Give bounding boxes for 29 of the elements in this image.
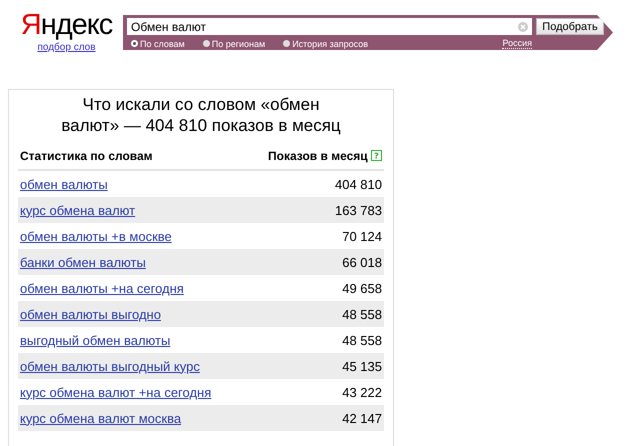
phrase-link[interactable]: выгодный обмен валюты xyxy=(20,332,170,348)
count-text: 49 658 xyxy=(342,280,382,296)
search-field[interactable]: Обмен валют xyxy=(127,18,532,35)
count-text: 48 558 xyxy=(342,306,382,322)
pick-button[interactable]: Подобрать xyxy=(536,18,604,35)
count-text: 43 222 xyxy=(342,384,382,400)
count-text: 404 810 xyxy=(335,176,382,192)
phrase-link[interactable]: обмен валюты +на сегодня xyxy=(20,280,184,296)
results-title: Что искали со словом «обмен валют» — 404 810 показов в месяц xyxy=(60,94,342,136)
radio-button[interactable] xyxy=(131,40,138,47)
count-text: 163 783 xyxy=(335,202,382,218)
count-text: 45 135 xyxy=(342,358,382,374)
region-link[interactable]: Россия xyxy=(502,38,532,49)
count-text: 42 147 xyxy=(342,410,382,426)
count-text: 66 018 xyxy=(342,254,382,270)
radio-label[interactable]: История запросов xyxy=(292,38,368,48)
phrase-link[interactable]: обмен валюты xyxy=(20,176,108,192)
phrase-link[interactable]: обмен валюты +в москве xyxy=(20,228,172,244)
radio-button[interactable] xyxy=(202,40,210,47)
count-text: 48 558 xyxy=(342,332,382,348)
column-header: Статистика по словам xyxy=(20,149,153,163)
radio-button[interactable] xyxy=(283,40,290,47)
radio-label[interactable]: По регионам xyxy=(212,38,266,48)
count-text: 70 124 xyxy=(342,228,382,244)
column-header: Показов в месяц xyxy=(268,149,368,163)
yandex-logo[interactable]: Яндекс xyxy=(20,10,112,40)
radio-label[interactable]: По словам xyxy=(140,38,185,48)
subtitle-link[interactable]: подбор слов xyxy=(37,42,96,53)
phrase-link[interactable]: курс обмена валют +на сегодня xyxy=(20,384,212,400)
